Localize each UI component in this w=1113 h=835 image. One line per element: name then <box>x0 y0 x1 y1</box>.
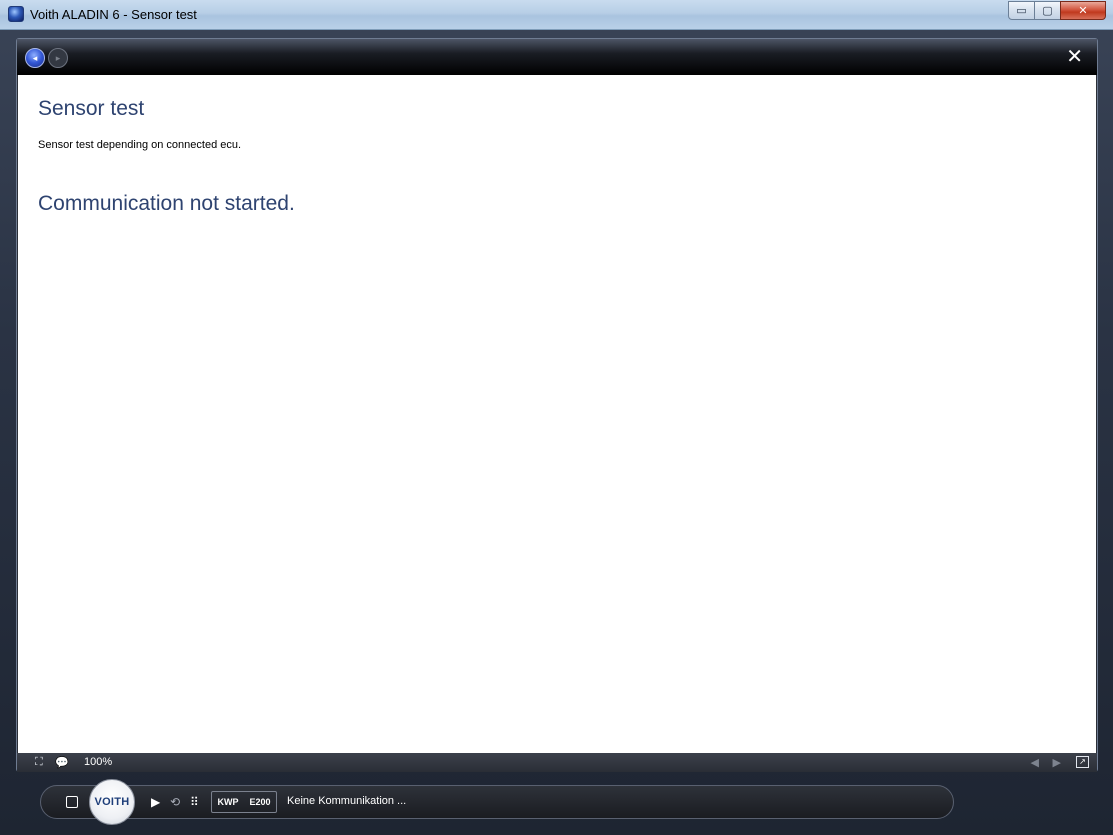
next-page-icon[interactable]: ▶ <box>1053 756 1061 769</box>
zoom-level: 100% <box>84 756 113 768</box>
voith-logo[interactable]: VOITH <box>89 779 135 825</box>
content-frame: ◂ ▸ ✕ Sensor test Sensor test depending … <box>16 38 1098 772</box>
protocol-label: KWP <box>217 797 239 807</box>
main-content: Sensor test Sensor test depending on con… <box>18 75 1096 753</box>
close-icon[interactable]: ✕ <box>1066 47 1083 67</box>
ecu-label: E200 <box>249 797 271 807</box>
comment-icon[interactable]: 💬 <box>55 756 69 769</box>
content-statusbar: ⛶ 💬 100% ◀ ▶ ↗ <box>17 753 1097 772</box>
maximize-button[interactable]: ▢ <box>1034 1 1061 20</box>
connection-status: Keine Kommunikation ... <box>287 795 407 807</box>
window-title: Voith ALADIN 6 - Sensor test <box>30 7 197 22</box>
minimize-button[interactable]: ▭ <box>1008 1 1035 20</box>
window-controls: ▭ ▢ ✕ <box>1008 1 1106 20</box>
loop-icon[interactable]: ⟲ <box>170 795 180 809</box>
grid-icon[interactable]: ⠿ <box>190 795 199 809</box>
previous-page-icon[interactable]: ◀ <box>1031 756 1039 769</box>
bottom-dock: VOITH ▶ ⟲ ⠿ KWP E200 Keine Kommunikation… <box>40 779 954 825</box>
close-window-button[interactable]: ✕ <box>1060 1 1106 20</box>
back-arrow-icon[interactable]: ◂ <box>25 48 45 68</box>
communication-status-message: Communication not started. <box>38 192 295 215</box>
page-title: Sensor test <box>38 97 145 120</box>
protocol-box[interactable]: KWP E200 <box>211 791 277 813</box>
page-description: Sensor test depending on connected ecu. <box>38 139 242 151</box>
stop-button[interactable] <box>66 796 78 808</box>
play-icon[interactable]: ▶ <box>151 795 160 809</box>
window-titlebar: Voith ALADIN 6 - Sensor test ▭ ▢ ✕ <box>0 0 1113 30</box>
expand-icon[interactable]: ↗ <box>1076 756 1089 768</box>
app-icon <box>8 6 24 22</box>
fit-screen-icon[interactable]: ⛶ <box>35 756 43 769</box>
forward-arrow-icon[interactable]: ▸ <box>48 48 68 68</box>
navigation-bar: ◂ ▸ ✕ <box>17 39 1097 75</box>
